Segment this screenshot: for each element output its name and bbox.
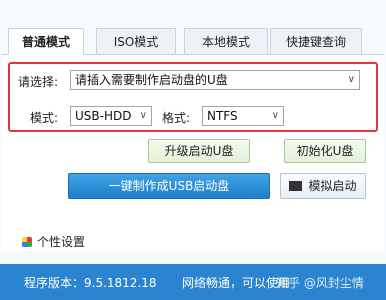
disk-select-value: 请插入需要制作启动盘的U盘 (75, 73, 228, 87)
palette-icon (22, 237, 32, 247)
mode-select[interactable]: USB-HDD ∨ (70, 106, 152, 126)
tab-normal-mode[interactable]: 普通模式 (8, 28, 84, 55)
personalize-button[interactable]: 个性设置 (22, 233, 85, 250)
monitor-icon (289, 181, 303, 191)
format-select-value: NTFS (207, 109, 238, 123)
format-select[interactable]: NTFS ∨ (202, 106, 284, 126)
tab-iso-mode[interactable]: ISO模式 (96, 28, 176, 54)
version-text: 程序版本：9.5.1812.18 (24, 276, 157, 290)
chevron-down-icon: ∨ (271, 110, 279, 121)
status-bar: 程序版本：9.5.1812.18 网络畅通，可以使用 知乎 @风封尘情 (0, 264, 386, 300)
format-label: 格式: (162, 111, 191, 125)
personalize-label: 个性设置 (37, 235, 86, 249)
tab-shortcut-query[interactable]: 快捷键查询 (270, 28, 362, 54)
chevron-down-icon: ∨ (139, 110, 147, 121)
chevron-down-icon: ∨ (347, 74, 355, 85)
simulate-boot-button[interactable]: 模拟启动 (280, 173, 366, 199)
make-usb-boot-button[interactable]: 一键制作成USB启动盘 (68, 173, 270, 199)
select-disk-label: 请选择: (18, 75, 59, 89)
app-window: 普通模式 ISO模式 本地模式 快捷键查询 请选择: 请插入需要制作启动盘的U盘… (0, 0, 386, 300)
network-status-text: 网络畅通，可以使用 (182, 276, 291, 290)
tab-local-mode[interactable]: 本地模式 (184, 28, 268, 54)
disk-select[interactable]: 请插入需要制作启动盘的U盘 ∨ (70, 70, 360, 90)
init-usb-button[interactable]: 初始化U盘 (284, 139, 366, 163)
mode-select-value: USB-HDD (75, 109, 132, 123)
simulate-boot-label: 模拟启动 (308, 179, 357, 193)
mode-label: 模式: (30, 111, 59, 125)
upgrade-usb-button[interactable]: 升级启动U盘 (148, 139, 250, 163)
watermark-text: 知乎 @风封尘情 (276, 276, 364, 290)
